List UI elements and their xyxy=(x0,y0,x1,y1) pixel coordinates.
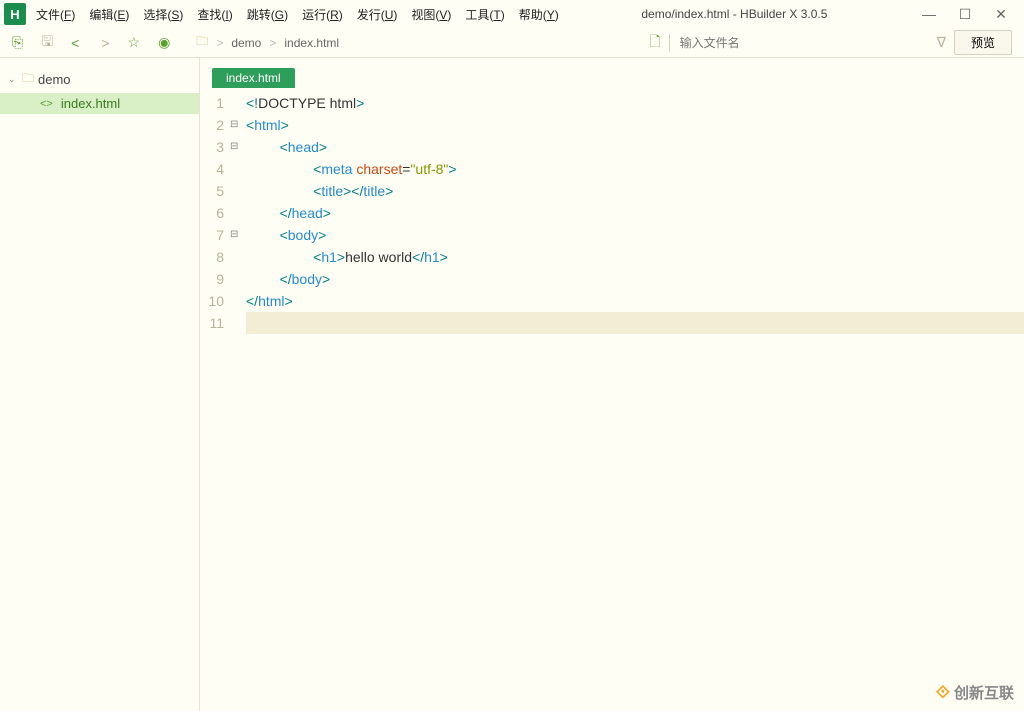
chevron-down-icon: ⌄ xyxy=(8,74,18,85)
code-area[interactable]: 1234567891011 ⊟⊟⊟ <!DOCTYPE html><html> … xyxy=(200,88,1024,711)
html-file-icon: <> xyxy=(40,98,53,110)
new-tab-icon[interactable]: ⎘ xyxy=(12,34,23,51)
close-button[interactable]: ✕ xyxy=(992,6,1010,23)
window-title: demo/index.html - HBuilder X 3.0.5 xyxy=(563,7,906,21)
breadcrumb-sep: > xyxy=(216,36,223,50)
run-icon[interactable]: ◉ xyxy=(158,34,170,51)
tab-active[interactable]: index.html xyxy=(212,68,295,88)
nav-arrows: < > xyxy=(71,35,109,51)
code-content[interactable]: <!DOCTYPE html><html> <head> <meta chars… xyxy=(246,92,1024,711)
search-input[interactable] xyxy=(669,34,929,52)
code-line[interactable]: </head> xyxy=(246,202,1024,224)
editor-area: index.html 1234567891011 ⊟⊟⊟ <!DOCTYPE h… xyxy=(200,58,1024,711)
menu-s[interactable]: 选择(S) xyxy=(139,4,187,25)
search-file-icon[interactable]: 🗋 xyxy=(649,31,660,55)
search-area: 🗋 ∇ 预览 xyxy=(649,30,1012,55)
filter-icon[interactable]: ∇ xyxy=(937,34,946,51)
tab-bar: index.html xyxy=(200,58,1024,88)
code-line[interactable]: <head> xyxy=(246,136,1024,158)
menu-g[interactable]: 跳转(G) xyxy=(243,4,292,25)
breadcrumb: 🗀 > demo > index.html xyxy=(196,32,339,53)
tree-file[interactable]: <> index.html xyxy=(0,93,199,114)
line-gutter: 1234567891011 xyxy=(200,92,230,711)
code-line[interactable]: </body> xyxy=(246,268,1024,290)
code-line[interactable]: <h1>hello world</h1> xyxy=(246,246,1024,268)
watermark-icon: ⟐ xyxy=(936,682,950,703)
menu-f[interactable]: 文件(F) xyxy=(32,4,79,25)
fold-gutter: ⊟⊟⊟ xyxy=(230,92,246,711)
code-line[interactable]: </html> xyxy=(246,290,1024,312)
menu-i[interactable]: 查找(I) xyxy=(193,4,236,25)
menu-y[interactable]: 帮助(Y) xyxy=(515,4,563,25)
app-logo: H xyxy=(4,3,26,25)
code-line[interactable]: <title></title> xyxy=(246,180,1024,202)
menu-t[interactable]: 工具(T) xyxy=(461,4,508,25)
watermark-text: 创新互联 xyxy=(954,682,1014,703)
watermark: ⟐ 创新互联 xyxy=(936,682,1014,703)
sidebar: ⌄ 🗀 demo <> index.html xyxy=(0,58,200,711)
menu-e[interactable]: 编辑(E) xyxy=(85,4,133,25)
menu-bar: 文件(F) 编辑(E) 选择(S) 查找(I) 跳转(G) 运行(R) 发行(U)视图(V)… xyxy=(32,4,563,25)
preview-button[interactable]: 预览 xyxy=(954,30,1012,55)
title-bar: H 文件(F) 编辑(E) 选择(S) 查找(I) 跳转(G) 运行(R) 发行(U)视图(… xyxy=(0,0,1024,28)
toolbar: ⎘ 🖫 < > ☆ ◉ 🗀 > demo > index.html 🗋 ∇ 预览 xyxy=(0,28,1024,58)
tree-folder[interactable]: ⌄ 🗀 demo xyxy=(0,66,199,93)
folder-label: demo xyxy=(38,72,71,87)
star-icon[interactable]: ☆ xyxy=(128,34,141,51)
breadcrumb-file[interactable]: index.html xyxy=(284,36,339,50)
code-line[interactable]: <html> xyxy=(246,114,1024,136)
menu-v[interactable]: 视图(V) xyxy=(407,4,455,25)
menu-u[interactable]: 发行(U) xyxy=(353,4,402,25)
window-controls: — ☐ ✕ xyxy=(906,6,1024,23)
maximize-button[interactable]: ☐ xyxy=(956,6,974,23)
breadcrumb-sep: > xyxy=(269,36,276,50)
breadcrumb-folder[interactable]: demo xyxy=(231,36,261,50)
code-line[interactable]: <body> xyxy=(246,224,1024,246)
main: ⌄ 🗀 demo <> index.html index.html 123456… xyxy=(0,58,1024,711)
code-line[interactable]: <meta charset="utf-8"> xyxy=(246,158,1024,180)
save-icon[interactable]: 🖫 xyxy=(41,31,53,55)
file-label: index.html xyxy=(61,96,120,111)
back-icon[interactable]: < xyxy=(71,35,79,51)
forward-icon[interactable]: > xyxy=(101,35,109,51)
minimize-button[interactable]: — xyxy=(920,6,938,23)
code-line[interactable] xyxy=(246,312,1024,334)
menu-r[interactable]: 运行(R) xyxy=(298,4,347,25)
folder-icon: 🗀 xyxy=(196,32,208,53)
folder-icon: 🗀 xyxy=(22,69,34,90)
code-line[interactable]: <!DOCTYPE html> xyxy=(246,92,1024,114)
